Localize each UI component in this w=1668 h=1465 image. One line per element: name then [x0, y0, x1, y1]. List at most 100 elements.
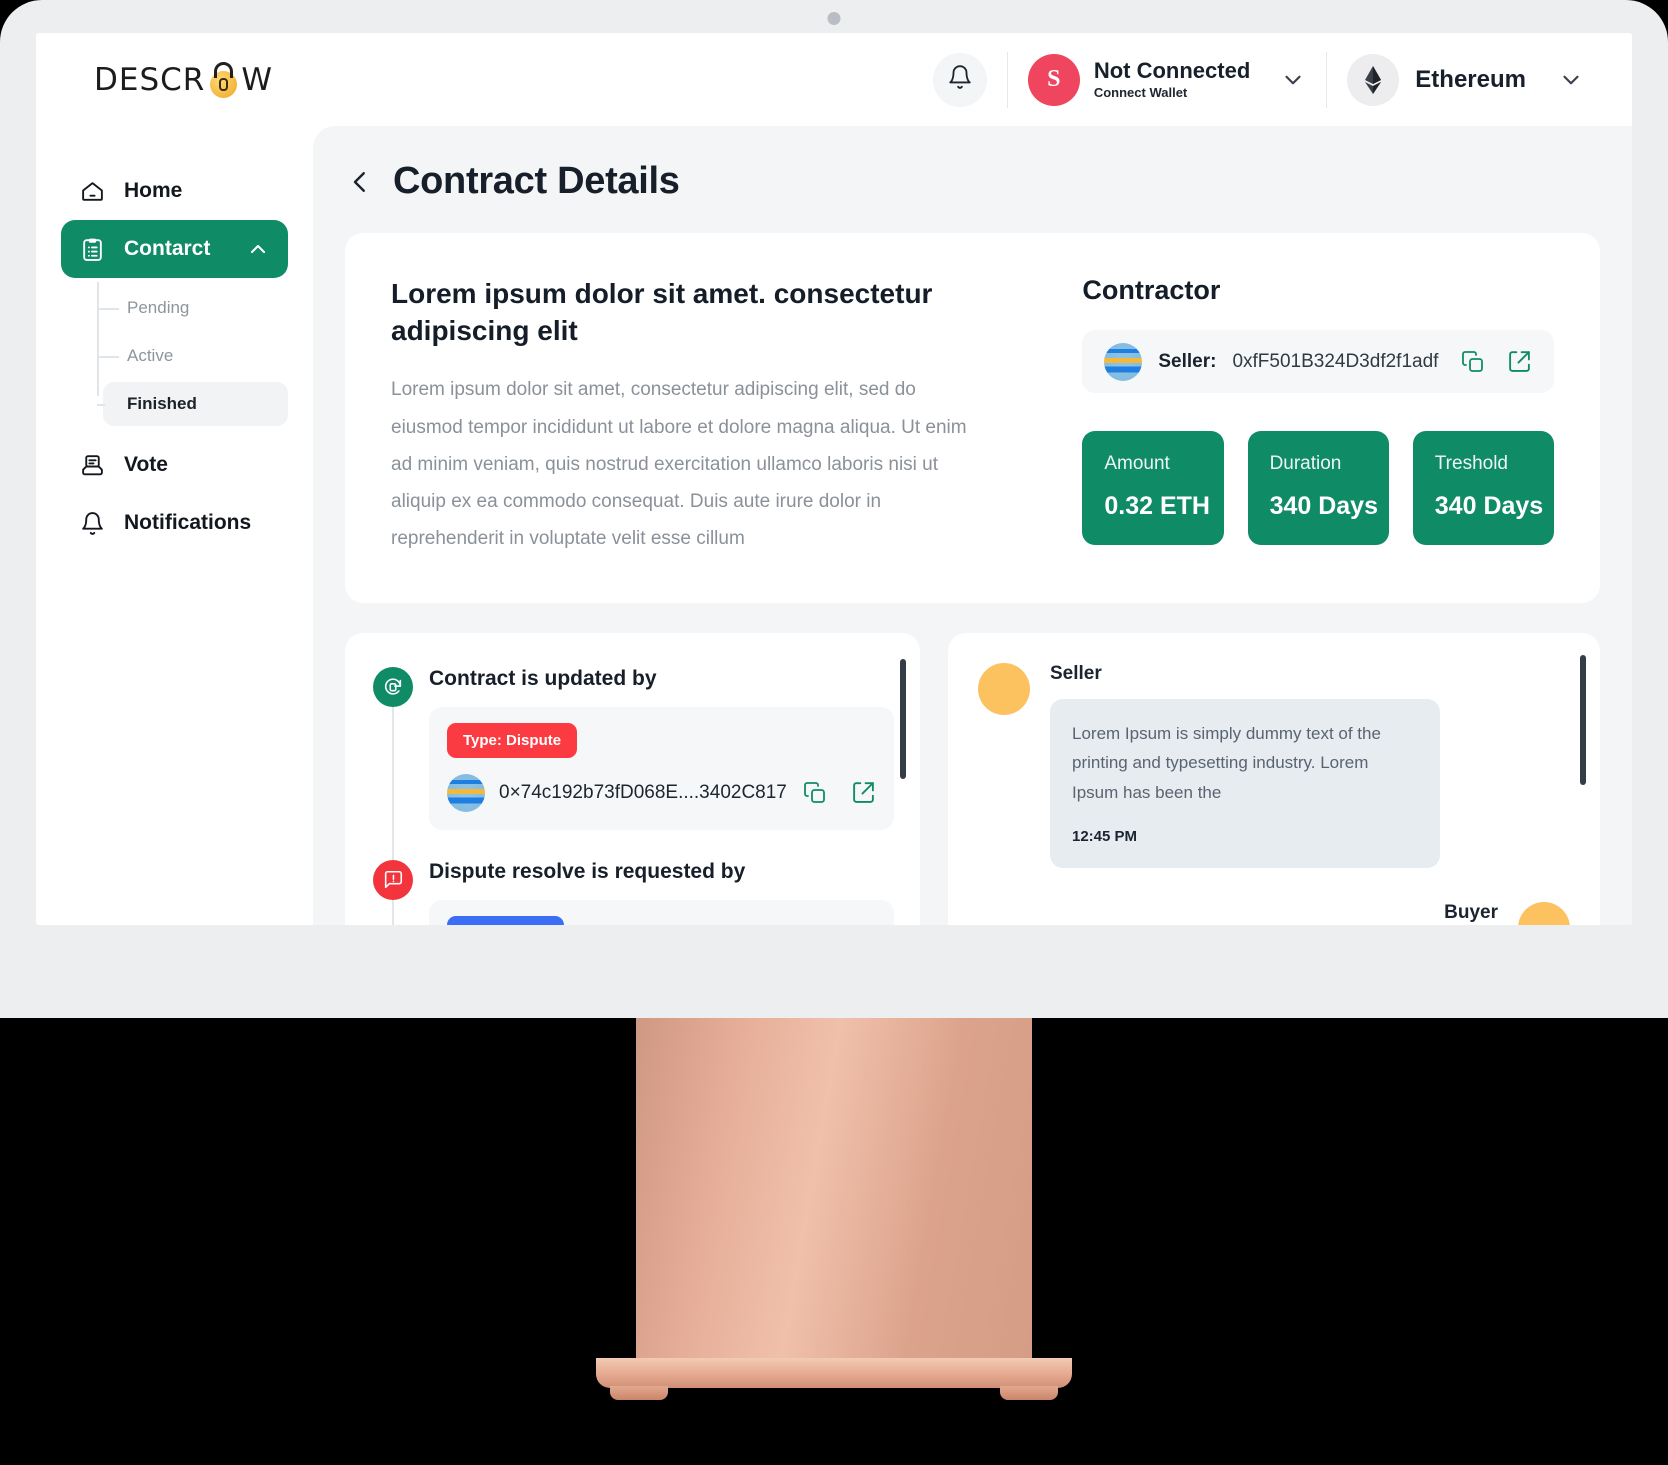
page-title: Contract Details [393, 160, 680, 202]
stat-card-duration: Duration 340 Days [1247, 431, 1389, 545]
stat-value: 0.32 ETH [1104, 492, 1210, 520]
sidebar-subitem-finished[interactable]: Finished [97, 382, 288, 426]
chevron-down-icon[interactable] [1280, 67, 1306, 93]
home-icon [79, 178, 105, 204]
contractor-heading: Contractor [1082, 275, 1221, 305]
sidebar-item-notifications[interactable]: Notifications [61, 494, 288, 552]
stat-value: 340 Days [1269, 492, 1378, 520]
divider [1006, 51, 1008, 108]
chevron-down-icon[interactable] [1558, 67, 1584, 93]
lower-row: Contract is updated by Type: Dispute 0×7… [345, 632, 1600, 925]
contract-update-icon [373, 666, 413, 707]
wallet-avatar-glyph: S [1047, 66, 1061, 92]
chat-scrollbar[interactable] [1580, 654, 1586, 785]
seller-address-actions [1461, 349, 1532, 374]
contract-overview-card: Lorem ipsum dolor sit amet. consectetur … [345, 233, 1600, 603]
monitor-frame: DESCR W S Not Connected Connect Wallet E… [0, 0, 1668, 1018]
stat-card-treshold: Treshold 340 Days [1412, 431, 1554, 545]
chat-bubble: Lorem Ipsum is simply dummy text of the … [1050, 698, 1440, 869]
stat-label: Treshold [1434, 453, 1508, 474]
blockie-avatar [1104, 342, 1143, 381]
avatar [1518, 902, 1570, 925]
chat-timestamp: 12:45 PM [1072, 827, 1138, 845]
bell-icon [79, 510, 105, 536]
chat-card: Seller Lorem Ipsum is simply dummy text … [948, 632, 1600, 925]
contract-summary: Lorem ipsum dolor sit amet. consectetur … [391, 275, 1042, 557]
stat-label: Duration [1269, 453, 1342, 474]
timeline-address-actions [803, 780, 876, 805]
sidebar-subitem-active[interactable]: Active [97, 334, 288, 378]
chain-name: Ethereum [1415, 65, 1526, 93]
back-button[interactable] [345, 167, 375, 197]
sidebar-item-home[interactable]: Home [61, 162, 288, 220]
timeline-address-row: 0×74c192b73fD068E....3402C817 [447, 773, 876, 812]
monitor-foot-left [610, 1386, 668, 1400]
brand-zone: DESCR W [36, 61, 313, 98]
logo-text-left: DESCR [94, 61, 206, 98]
sidebar-item-label: Vote [124, 453, 168, 476]
timeline-scrollbar[interactable] [900, 658, 906, 779]
sidebar-subitem-label: Pending [127, 298, 190, 317]
app-logo[interactable]: DESCR W [94, 61, 273, 98]
sidebar-subnav: Pending Active Finished [61, 282, 288, 426]
wallet-text: Not Connected Connect Wallet [1094, 58, 1250, 101]
timeline-item: Contract is updated by Type: Dispute 0×7… [373, 666, 894, 830]
ethereum-icon [1347, 53, 1400, 106]
screen: DESCR W S Not Connected Connect Wallet E… [36, 33, 1632, 925]
wallet-status: Not Connected [1093, 57, 1251, 83]
body-row: Home Contarct Pending Active Finished Vo… [36, 126, 1632, 925]
timeline-heading: Contract is updated by [429, 666, 657, 690]
activity-timeline-card: Contract is updated by Type: Dispute 0×7… [345, 632, 920, 925]
webcam-dot [827, 12, 841, 25]
timeline-item: Dispute resolve is requested by Dividend… [373, 859, 894, 925]
bell-icon [947, 64, 973, 95]
blockie-avatar [447, 773, 485, 812]
monitor-stand-neck [636, 1018, 1032, 1358]
sidebar-item-contarct[interactable]: Contarct [61, 220, 288, 278]
wallet-connect-button[interactable]: S Not Connected Connect Wallet [1027, 53, 1306, 106]
timeline-detail-box: Type: Dispute 0×74c192b73fD068E....3402C… [429, 706, 894, 830]
seller-address-row: Seller: 0xfF501B324D3df2f1adf [1082, 330, 1554, 393]
divider [1326, 51, 1328, 108]
wallet-avatar: S [1027, 53, 1080, 106]
stat-value: 340 Days [1434, 492, 1544, 520]
sidebar-subitem-pending[interactable]: Pending [97, 286, 288, 330]
chat-text: Lorem Ipsum is simply dummy text of the … [1072, 723, 1381, 803]
notifications-bell-button[interactable] [932, 52, 987, 107]
sidebar-subitem-label: Active [127, 346, 174, 365]
app-root: DESCR W S Not Connected Connect Wallet E… [36, 33, 1632, 925]
dispute-icon [373, 859, 413, 900]
sidebar-item-label: Notifications [124, 511, 252, 534]
monitor-foot-right [1000, 1386, 1058, 1400]
timeline-heading: Dispute resolve is requested by [429, 859, 746, 883]
page-header: Contract Details [345, 160, 1600, 203]
sidebar-item-vote[interactable]: Vote [61, 436, 288, 494]
contract-stats: Amount 0.32 ETH Duration 340 Days Tresho… [1082, 431, 1554, 545]
status-badge: Dividend : 1 [447, 915, 565, 925]
external-link-icon[interactable] [851, 780, 876, 805]
sidebar: Home Contarct Pending Active Finished Vo… [36, 126, 313, 925]
contract-title: Lorem ipsum dolor sit amet. consectetur … [391, 278, 933, 347]
wallet-action-label: Connect Wallet [1093, 85, 1188, 101]
monitor-stand-base [596, 1358, 1072, 1388]
chat-message-body: Seller Lorem Ipsum is simply dummy text … [1050, 663, 1440, 869]
activity-timeline: Contract is updated by Type: Dispute 0×7… [373, 666, 894, 925]
chat-sender-name: Seller [1050, 662, 1102, 684]
vote-icon [79, 452, 105, 478]
chevron-up-icon[interactable] [246, 237, 270, 261]
clipboard-icon [79, 236, 105, 262]
stat-label: Amount [1104, 453, 1170, 474]
timeline-address: 0×74c192b73fD068E....3402C817 [499, 781, 787, 803]
chat-message: Buyer Lorem Ipsum is simply dummy text o… [978, 902, 1570, 925]
chain-selector-button[interactable]: Ethereum [1347, 53, 1632, 106]
main-content: Contract Details Lorem ipsum dolor sit a… [313, 126, 1632, 925]
copy-icon[interactable] [1461, 350, 1485, 374]
chat-message-body: Buyer Lorem Ipsum is simply dummy text o… [1108, 902, 1498, 925]
status-badge: Type: Dispute [447, 722, 578, 758]
copy-icon[interactable] [803, 781, 827, 805]
avatar [978, 662, 1030, 715]
seller-label: Seller: [1158, 350, 1217, 372]
top-bar-actions: S Not Connected Connect Wallet Ethereum [932, 33, 1632, 126]
top-bar: DESCR W S Not Connected Connect Wallet E… [36, 33, 1632, 126]
external-link-icon[interactable] [1507, 349, 1532, 374]
